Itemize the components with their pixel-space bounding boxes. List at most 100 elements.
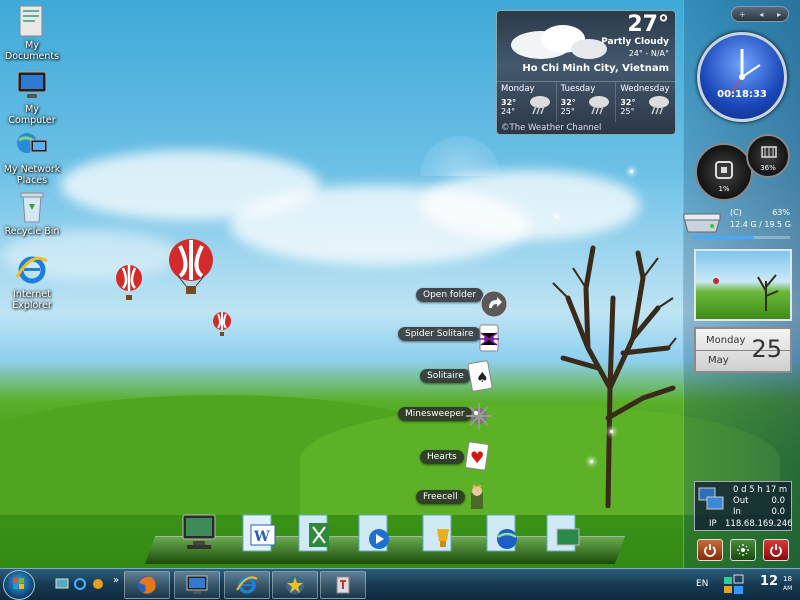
ram-meter[interactable]: 36% <box>746 134 790 178</box>
weather-credit: ©The Weather Channel <box>501 123 602 133</box>
desktop-icon-label: Recycle Bin <box>4 226 60 237</box>
power-icon <box>704 544 717 557</box>
spider-icon[interactable] <box>474 324 502 352</box>
calendar-gadget[interactable]: Monday May 25 <box>694 327 792 373</box>
word-document-icon: W <box>242 514 276 552</box>
show-desktop-icon <box>55 578 69 589</box>
forecast-day-name: Tuesday <box>560 84 596 94</box>
slideshow-gadget[interactable] <box>694 249 792 321</box>
freecell-king-icon[interactable] <box>462 484 490 512</box>
desktop-icon-recycle-bin[interactable]: Recycle Bin <box>0 190 64 237</box>
network-meter-gadget[interactable]: 0 d 5 h 17 m Out 0.0 In 0.0 IP 118.68.16… <box>694 481 793 531</box>
ram-value: 36% <box>760 164 776 172</box>
desktop-icon-label: My Documents <box>4 40 60 62</box>
quicklaunch-ie[interactable] <box>72 576 88 592</box>
shutdown-button[interactable] <box>697 539 724 561</box>
stack-item-minesweeper[interactable]: Minesweeper <box>398 407 472 421</box>
drive-percent: 63% <box>772 208 790 217</box>
cpu-meter[interactable]: 1% <box>695 143 753 201</box>
weather-gadget[interactable]: 27° Partly Cloudy 24° - N/A° Ho Chi Minh… <box>496 10 676 135</box>
internet-explorer-icon <box>74 578 86 590</box>
recycle-bin-icon <box>15 190 49 224</box>
stack-item-freecell[interactable]: Freecell <box>416 490 465 504</box>
stack-item-spider-solitaire[interactable]: Spider Solitaire <box>398 327 481 341</box>
drive-gadget[interactable]: (C) 63% 12.4 G / 19.5 G <box>678 206 796 244</box>
desktop-icon-internet-explorer[interactable]: Internet Explorer <box>0 253 64 311</box>
drive-usage-bar <box>694 236 790 239</box>
clock-hands-icon <box>729 49 761 96</box>
computer-icon <box>186 575 208 594</box>
dock-item-network-folder[interactable] <box>480 510 526 556</box>
internet-explorer-icon <box>15 253 49 287</box>
media-folder-icon <box>358 514 389 552</box>
app-icon <box>93 579 103 589</box>
quicklaunch-app[interactable] <box>90 576 106 592</box>
taskbar-my-computer[interactable] <box>174 571 220 599</box>
calendar-day: 25 <box>751 335 782 363</box>
dock-item-my-computer[interactable] <box>176 510 222 556</box>
sparkle <box>630 170 633 173</box>
sleep-button[interactable] <box>729 539 756 561</box>
star-app-icon <box>286 576 304 594</box>
slideshow-image <box>713 274 779 311</box>
thunderstorm-icon <box>589 96 610 115</box>
dock-item-media-folder[interactable] <box>352 510 398 556</box>
next-gadget-button[interactable]: ▸ <box>777 10 781 19</box>
restart-button[interactable] <box>762 539 789 561</box>
add-gadget-button[interactable]: + <box>739 10 746 19</box>
desktop-icon-my-network-places[interactable]: My Network Places <box>0 128 64 186</box>
network-out-value: 0.0 <box>771 496 785 506</box>
network-in-value: 0.0 <box>771 507 785 517</box>
drive-name: (C) <box>730 208 742 217</box>
internet-explorer-icon <box>236 576 258 594</box>
weather-city: Ho Chi Minh City, Vietnam <box>522 63 669 74</box>
dock-item-excel-folder[interactable] <box>292 510 338 556</box>
dock-item-desktop-folder[interactable] <box>540 510 586 556</box>
hard-drive-icon <box>683 213 721 233</box>
computer-icon <box>182 514 216 549</box>
quicklaunch-show-desktop[interactable] <box>54 576 70 592</box>
tray-icons[interactable] <box>720 573 754 597</box>
taskbar-internet-explorer[interactable] <box>224 571 270 599</box>
tool-app-icon <box>336 576 350 594</box>
network-computers-icon <box>698 487 724 510</box>
svg-text:♥: ♥ <box>470 448 484 467</box>
clock-gadget[interactable]: 00:18:33 <box>697 32 787 122</box>
stack-item-solitaire[interactable]: Solitaire <box>420 369 471 383</box>
stack-item-hearts[interactable]: Hearts <box>420 450 464 464</box>
start-button[interactable] <box>3 570 35 600</box>
network-out-label: Out <box>733 496 749 506</box>
taskbar: » EN 12 18 AM <box>0 568 800 600</box>
taskbar-app-star[interactable] <box>272 571 318 599</box>
calendar-month: May <box>708 355 729 366</box>
desktop-icon-my-computer[interactable]: My Computer <box>0 68 64 126</box>
mine-icon[interactable] <box>464 402 492 430</box>
bare-tree <box>552 245 677 508</box>
quicklaunch-more[interactable]: » <box>108 572 124 588</box>
forecast-day-name: Wednesday <box>620 84 670 94</box>
language-indicator[interactable]: EN <box>696 579 708 589</box>
dock-item-word-folder[interactable]: W <box>236 510 282 556</box>
drive-usage-fill <box>694 236 755 239</box>
taskbar-app-tool[interactable] <box>320 571 366 599</box>
arrow-icon[interactable] <box>480 290 508 318</box>
taskbar-firefox[interactable] <box>124 571 170 599</box>
heart-card-icon[interactable]: ♥ <box>462 441 490 471</box>
network-in-label: In <box>733 507 741 517</box>
moon <box>420 136 500 176</box>
network-ip-label: IP <box>709 519 717 529</box>
network-ip-value: 118.68.169.246 <box>725 519 793 529</box>
network-uptime: 0 d 5 h 17 m <box>733 485 788 495</box>
thunderstorm-icon <box>529 96 550 115</box>
globe-folder-icon <box>486 514 517 552</box>
forecast-day-name: Monday <box>501 84 535 94</box>
desktop-icon-my-documents[interactable]: My Documents <box>0 4 64 62</box>
forecast-day: Wednesday 32° 25° <box>616 82 675 122</box>
dock-item-games-folder[interactable] <box>416 510 462 556</box>
desktop-icon-label: My Network Places <box>3 164 61 186</box>
card-icon[interactable]: ♠ <box>466 360 494 392</box>
stack-item-open-folder[interactable]: Open folder <box>416 288 484 302</box>
svg-text:W: W <box>253 529 270 545</box>
clock-hour[interactable]: 12 <box>760 574 778 589</box>
previous-gadget-button[interactable]: ◂ <box>759 10 763 19</box>
